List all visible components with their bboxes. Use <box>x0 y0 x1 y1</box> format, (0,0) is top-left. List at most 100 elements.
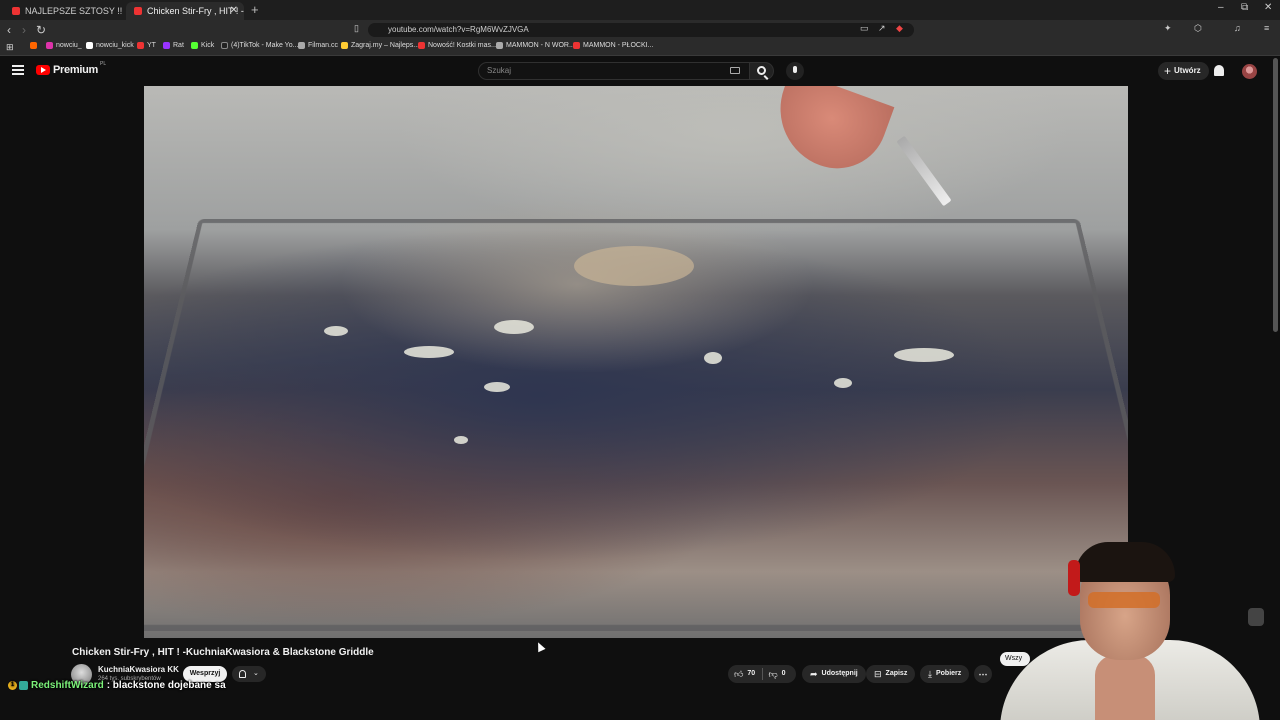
restore-button[interactable]: ⧉ <box>1241 2 1248 13</box>
chat-text: : blackstone dojebane sa <box>107 680 226 691</box>
mouse-cursor-icon <box>534 641 545 653</box>
chat-username: RedshiftWizard <box>31 680 104 691</box>
keyboard-icon[interactable] <box>730 67 740 74</box>
chat-badge-icon <box>19 681 28 690</box>
notifications-bell-icon[interactable] <box>1214 65 1224 76</box>
bookmark-label: MAMMON - PŁOCKI... <box>583 42 653 49</box>
tiktok-icon <box>221 42 228 49</box>
bookmark-item[interactable]: Zagraj.my – Najleps... <box>341 42 419 49</box>
create-button[interactable]: + Utwórz <box>1158 62 1209 80</box>
bookmark-item[interactable]: Filman.cc <box>298 42 338 49</box>
bookmark-label: Filman.cc <box>308 42 338 49</box>
video-frame-foam <box>404 346 454 358</box>
save-label: Zapisz <box>886 665 908 683</box>
bookmark-item[interactable]: YT <box>137 42 156 49</box>
download-icon: ⤓ <box>928 665 932 683</box>
overlay-mascot-icon <box>1248 608 1264 626</box>
bookmark-label: MAMMON - N WOR... <box>506 42 575 49</box>
bookmarks-bar: ⊞ nowciu_ nowciu_kick YT Rat Kick (4)Tik… <box>0 40 1280 56</box>
webcam-glasses <box>1088 592 1160 608</box>
x-icon <box>86 42 93 49</box>
reload-icon[interactable]: ↻ <box>36 23 46 37</box>
plus-icon: + <box>1164 62 1171 80</box>
browser-tab-bar: NAJLEPSZE SZTOSY !! Elewador !! Chicken … <box>0 0 1280 20</box>
like-count: 70 <box>747 665 755 683</box>
voice-search-icon[interactable] <box>786 62 804 80</box>
bookmark-item[interactable]: Kick <box>191 42 214 49</box>
video-frame-foam <box>704 352 722 364</box>
bookmark-icon[interactable]: ▯ <box>354 23 359 34</box>
chevron-down-icon: ⌄ <box>253 669 259 677</box>
address-bar-row: ‹ › ↻ ▯ youtube.com/watch?v=RgM6WvZJVGA … <box>0 20 1280 40</box>
save-button[interactable]: ⊟ Zapisz <box>866 665 915 683</box>
share-button[interactable]: ➦ Udostępnij <box>802 665 866 683</box>
video-frame-hand <box>764 86 895 182</box>
webcam-headset <box>1068 560 1080 596</box>
stream-chat-message: 1 RedshiftWizard : blackstone dojebane s… <box>8 680 226 691</box>
video-frame-foam <box>894 348 954 362</box>
bookmark-label: Zagraj.my – Najleps... <box>351 42 419 49</box>
brave-shield-icon[interactable]: ◆ <box>896 23 903 34</box>
bookmark-favicon-icon <box>30 42 37 49</box>
webcam-chest <box>1095 655 1155 720</box>
browser-menu-icon[interactable]: ≡ <box>1264 23 1269 33</box>
account-avatar[interactable] <box>1242 64 1257 79</box>
hamburger-menu-icon[interactable] <box>12 65 24 75</box>
download-label: Pobierz <box>936 665 961 683</box>
video-frame-foam <box>484 382 510 392</box>
webcam-hair <box>1075 542 1175 582</box>
bookmark-label: YT <box>147 42 156 49</box>
bookmark-label: nowciu_kick <box>96 42 134 49</box>
cast-icon[interactable]: ▭ <box>860 23 869 34</box>
apps-grid-icon[interactable]: ⊞ <box>6 42 14 53</box>
extension-icon[interactable]: ✦ <box>1164 23 1172 34</box>
youtube-favicon-icon <box>134 7 142 15</box>
subscribed-bell-button[interactable]: ⌄ <box>232 666 266 682</box>
bookmark-item[interactable]: Rat <box>163 42 184 49</box>
tab-title: NAJLEPSZE SZTOSY !! Elewador !! <box>25 6 122 16</box>
bookmark-item[interactable]: Nowość! Kostki mas... <box>418 42 497 49</box>
search-button[interactable] <box>750 62 774 80</box>
bookmark-label: Rat <box>173 42 184 49</box>
youtube-premium-logo[interactable]: Premium PL <box>36 64 106 76</box>
country-code: PL <box>100 61 106 67</box>
forward-icon[interactable]: › <box>22 23 26 37</box>
youtube-favicon-icon <box>12 7 20 15</box>
bookmark-item[interactable]: MAMMON - PŁOCKI... <box>573 42 653 49</box>
bookmark-item[interactable]: nowciu_kick <box>86 42 134 49</box>
bookmark-item[interactable]: MAMMON - N WOR... <box>496 42 575 49</box>
thumbs-up-icon: 👍︎ <box>734 665 743 683</box>
back-icon[interactable]: ‹ <box>7 23 11 37</box>
browser-tab[interactable]: NAJLEPSZE SZTOSY !! Elewador !! <box>4 2 122 20</box>
chat-badge-icon: 1 <box>8 681 17 690</box>
kick-icon <box>191 42 198 49</box>
channel-name[interactable]: KuchniaKwasiora KK <box>98 665 179 674</box>
video-frame-spatula <box>896 136 951 207</box>
search-input[interactable]: Szukaj <box>478 62 750 80</box>
youtube-play-icon <box>36 65 50 75</box>
bell-icon <box>239 670 246 678</box>
bookmark-item[interactable] <box>30 42 40 49</box>
video-frame-foam <box>454 436 468 444</box>
game-icon <box>341 42 348 49</box>
page-scrollbar[interactable] <box>1273 58 1278 332</box>
youtube-icon <box>573 42 580 49</box>
close-tab-icon[interactable]: ✕ <box>230 5 238 16</box>
close-window-button[interactable]: ✕ <box>1264 2 1272 13</box>
bookmark-label: Nowość! Kostki mas... <box>428 42 497 49</box>
url-field[interactable]: youtube.com/watch?v=RgM6WvZJVGA <box>368 23 914 37</box>
video-title: Chicken Stir-Fry , HIT ! -KuchniaKwasior… <box>72 647 374 658</box>
search-icon <box>757 66 766 75</box>
browser-tab-active[interactable]: Chicken Stir-Fry , HIT ! -Kuchni ✕ <box>126 2 244 20</box>
minimize-button[interactable]: – <box>1218 2 1224 13</box>
like-button[interactable]: 👍︎ 70 <box>728 665 762 683</box>
dislike-button[interactable]: 👎︎ 0 <box>763 665 797 683</box>
download-button[interactable]: ⤓ Pobierz <box>920 665 969 683</box>
share-page-icon[interactable]: ↗ <box>878 23 886 34</box>
new-tab-button[interactable]: + <box>251 2 259 17</box>
bookmark-item[interactable]: (4)TikTok - Make Yo... <box>221 42 298 49</box>
bookmark-label: nowciu_ <box>56 42 82 49</box>
bookmark-item[interactable]: nowciu_ <box>46 42 82 49</box>
music-icon[interactable]: ♫ <box>1234 23 1241 33</box>
puzzle-extensions-icon[interactable]: ⬡ <box>1194 23 1202 34</box>
